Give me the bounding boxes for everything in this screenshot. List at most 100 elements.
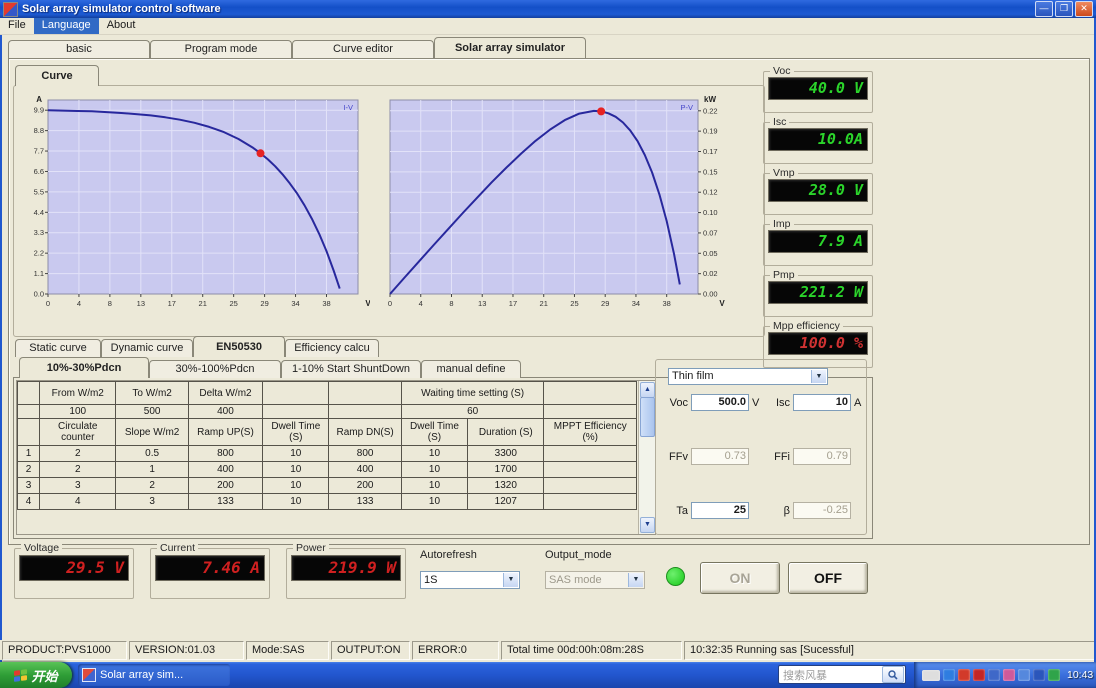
tab-efficiency-calcu[interactable]: Efficiency calcu [285,339,379,357]
menu-about[interactable]: About [99,18,144,34]
readout-label: Vmp [770,167,798,179]
cell[interactable]: 800 [328,445,402,462]
svg-text:kW: kW [704,95,716,104]
cell[interactable]: 1700 [467,461,545,478]
table-scrollbar[interactable]: ▲ ▼ [638,381,655,534]
maximize-button[interactable]: ❐ [1055,1,1073,17]
taskbar: 开始 Solar array sim... 搜索风暴 10:43 [0,662,1096,688]
start-button[interactable]: 开始 [0,662,72,688]
cell[interactable]: 200 [328,477,402,494]
output-mode-select[interactable]: SAS mode ▼ [545,571,645,589]
tab-solar-array-simulator[interactable]: Solar array simulator [434,37,586,58]
pv-model-groupbox: Thin film ▼ Voc 500.0 V Isc 10 A FFv 0.73 FFi 0.7… [655,359,867,535]
scroll-down-icon[interactable]: ▼ [640,517,655,533]
close-button[interactable]: ✕ [1075,1,1093,17]
param-unit: V [752,396,760,409]
tab-basic[interactable]: basic [8,40,150,58]
table-row[interactable]: 2 2 1 400 10 400 10 1700 [17,461,637,478]
table-row[interactable]: 1 2 0.5 800 10 800 10 3300 [17,445,637,462]
chevron-down-icon[interactable]: ▼ [811,370,826,383]
tab-10-30-pdcn[interactable]: 10%-30%Pdcn [19,357,149,378]
cell[interactable]: 2 [115,477,189,494]
cell[interactable]: 4 [17,493,41,510]
autorefresh-select[interactable]: 1S ▼ [420,571,520,589]
taskbar-task-button[interactable]: Solar array sim... [78,664,230,686]
security-shield-icon[interactable] [1033,669,1045,681]
taskbar-search-box[interactable]: 搜索风暴 [778,665,906,684]
cell[interactable]: 10 [400,461,469,478]
table-row[interactable]: 4 4 3 133 10 133 10 1207 [17,493,637,510]
cell[interactable]: 3300 [467,445,545,462]
cell[interactable] [543,461,637,478]
tab-curve-editor[interactable]: Curve editor [292,40,434,58]
search-icon[interactable] [882,666,904,683]
svg-text:13: 13 [478,299,486,308]
cell[interactable]: 1320 [467,477,545,494]
cell[interactable]: 10 [400,477,469,494]
svg-text:8.8: 8.8 [34,126,44,135]
green-shield-icon[interactable] [1048,669,1060,681]
header-cell [262,381,330,405]
tab-1-10-start-shuntdown[interactable]: 1-10% Start ShuntDown [281,360,421,378]
minimize-button[interactable]: — [1035,1,1053,17]
cell[interactable]: 1207 [467,493,545,510]
section-tab-strip: Static curve Dynamic curve EN50530 Efficien… [15,336,379,357]
network-icon[interactable] [1018,669,1030,681]
tab-30-100-pdcn[interactable]: 30%-100%Pdcn [149,360,281,378]
chat-icon[interactable] [1003,669,1015,681]
cell[interactable]: 1 [17,445,41,462]
cell[interactable]: 1 [115,461,189,478]
cell[interactable]: 2 [39,445,117,462]
cell[interactable]: 800 [187,445,264,462]
cell[interactable]: 0.5 [115,445,189,462]
cell[interactable]: 10 [262,461,330,478]
cell[interactable] [543,445,637,462]
cell[interactable]: 3 [115,493,189,510]
charts-groupbox: 0 4 8 13 17 21 25 29 34 38 0.0 1.1 2.2 3.3 4.4 5.5 6.6 7.… [13,85,765,337]
cell[interactable]: 133 [187,493,264,510]
cell[interactable]: 133 [328,493,402,510]
on-button[interactable]: ON [700,562,780,594]
param-voc: Voc 500.0 V [662,394,759,411]
cell[interactable]: 400 [328,461,402,478]
messenger-icon[interactable] [943,669,955,681]
off-button[interactable]: OFF [788,562,868,594]
chevron-down-icon[interactable]: ▼ [503,573,518,587]
table-row[interactable]: 3 3 2 200 10 200 10 1320 [17,477,637,494]
svg-text:0.05: 0.05 [703,249,718,258]
cell[interactable] [543,493,637,510]
cell[interactable]: 10 [400,493,469,510]
tray-icons [922,669,1060,681]
cell[interactable]: 2 [39,461,117,478]
param-input-isc[interactable]: 10 [793,394,851,411]
cell[interactable]: 10 [262,477,330,494]
scrollbar-thumb[interactable] [640,397,655,437]
param-input-ta[interactable]: 25 [691,502,749,519]
tab-curve[interactable]: Curve [15,65,99,86]
cell[interactable] [543,477,637,494]
param-input-voc[interactable]: 500.0 [691,394,749,411]
keyboard-layout-icon[interactable] [922,669,940,681]
meter-value: 219.9 W [291,555,401,581]
input-method-icon[interactable] [958,669,970,681]
tab-en50530[interactable]: EN50530 [193,336,285,357]
pv-model-select[interactable]: Thin film ▼ [668,368,828,385]
menu-language[interactable]: Language [33,18,99,34]
scroll-up-icon[interactable]: ▲ [640,382,655,398]
cell[interactable]: 4 [39,493,117,510]
menu-file[interactable]: File [0,18,34,34]
cell[interactable]: 3 [17,477,41,494]
antivirus-icon[interactable] [973,669,985,681]
tab-program-mode[interactable]: Program mode [150,40,292,58]
update-icon[interactable] [988,669,1000,681]
tab-manual-define[interactable]: manual define [421,360,521,378]
cell[interactable]: 2 [17,461,41,478]
cell[interactable]: 200 [187,477,264,494]
cell[interactable]: 10 [400,445,469,462]
cell[interactable]: 400 [187,461,264,478]
cell[interactable]: 10 [262,493,330,510]
tab-static-curve[interactable]: Static curve [15,339,101,357]
cell[interactable]: 10 [262,445,330,462]
tab-dynamic-curve[interactable]: Dynamic curve [101,339,193,357]
cell[interactable]: 3 [39,477,117,494]
